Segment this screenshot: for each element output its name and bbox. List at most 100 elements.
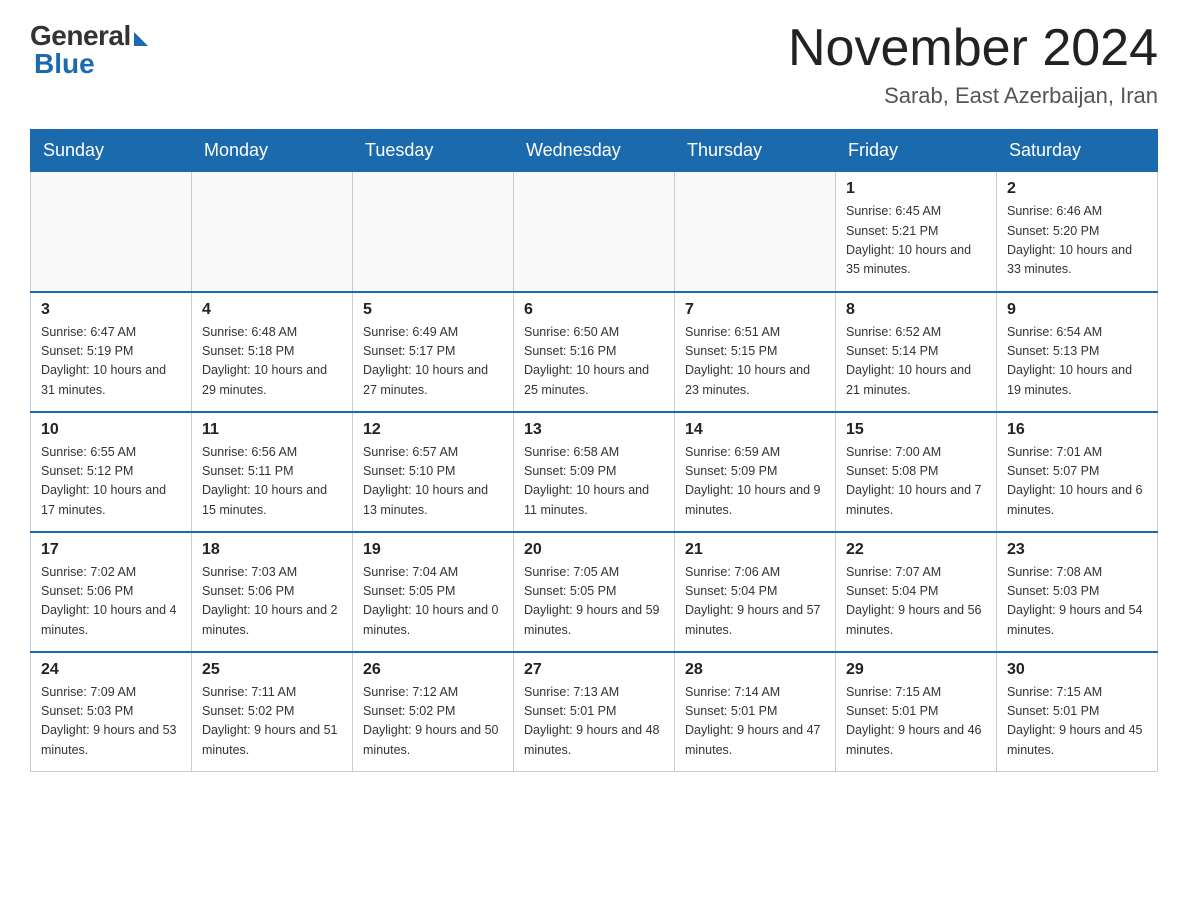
day-number: 30 — [1007, 661, 1147, 679]
title-block: November 2024 Sarab, East Azerbaijan, Ir… — [788, 20, 1158, 109]
day-number: 3 — [41, 301, 181, 319]
day-info: Sunrise: 6:59 AMSunset: 5:09 PMDaylight:… — [685, 443, 825, 521]
day-number: 23 — [1007, 541, 1147, 559]
day-number: 16 — [1007, 421, 1147, 439]
calendar-cell: 13Sunrise: 6:58 AMSunset: 5:09 PMDayligh… — [514, 412, 675, 532]
day-number: 8 — [846, 301, 986, 319]
day-info: Sunrise: 6:49 AMSunset: 5:17 PMDaylight:… — [363, 323, 503, 401]
calendar-cell: 24 Sunrise: 7:09 AMSunset: 5:03 PMDayligh… — [31, 652, 192, 772]
calendar-cell: 22Sunrise: 7:07 AMSunset: 5:04 PMDayligh… — [836, 532, 997, 652]
day-number: 28 — [685, 661, 825, 679]
day-info: Sunrise: 7:13 AMSunset: 5:01 PMDaylight:… — [524, 683, 664, 761]
day-info: Sunrise: 7:00 AMSunset: 5:08 PMDaylight:… — [846, 443, 986, 521]
day-info: Sunrise: 7:08 AMSunset: 5:03 PMDaylight:… — [1007, 563, 1147, 641]
calendar-cell: 9Sunrise: 6:54 AMSunset: 5:13 PMDaylight… — [997, 292, 1158, 412]
day-number: 24 — [41, 661, 181, 679]
day-number: 10 — [41, 421, 181, 439]
day-info: Sunrise: 6:54 AMSunset: 5:13 PMDaylight:… — [1007, 323, 1147, 401]
calendar-cell: 8 Sunrise: 6:52 AMSunset: 5:14 PMDaylight… — [836, 292, 997, 412]
calendar-cell: 2 Sunrise: 6:46 AMSunset: 5:20 PMDaylight… — [997, 172, 1158, 292]
day-info: Sunrise: 7:06 AMSunset: 5:04 PMDaylight:… — [685, 563, 825, 641]
calendar-cell: 20 Sunrise: 7:05 AMSunset: 5:05 PMDayligh… — [514, 532, 675, 652]
weekday-header-saturday: Saturday — [997, 130, 1158, 172]
calendar-cell — [675, 172, 836, 292]
calendar-cell — [31, 172, 192, 292]
day-number: 14 — [685, 421, 825, 439]
calendar-week-row: 3 Sunrise: 6:47 AMSunset: 5:19 PMDaylight… — [31, 292, 1158, 412]
day-info: Sunrise: 7:02 AMSunset: 5:06 PMDaylight:… — [41, 563, 181, 641]
calendar-cell: 14 Sunrise: 6:59 AMSunset: 5:09 PMDayligh… — [675, 412, 836, 532]
day-info: Sunrise: 6:56 AMSunset: 5:11 PMDaylight:… — [202, 443, 342, 521]
calendar-cell: 27 Sunrise: 7:13 AMSunset: 5:01 PMDayligh… — [514, 652, 675, 772]
day-number: 26 — [363, 661, 503, 679]
calendar-cell: 25 Sunrise: 7:11 AMSunset: 5:02 PMDayligh… — [192, 652, 353, 772]
day-info: Sunrise: 6:55 AMSunset: 5:12 PMDaylight:… — [41, 443, 181, 521]
calendar-cell: 12Sunrise: 6:57 AMSunset: 5:10 PMDayligh… — [353, 412, 514, 532]
day-info: Sunrise: 6:58 AMSunset: 5:09 PMDaylight:… — [524, 443, 664, 521]
calendar-cell — [353, 172, 514, 292]
day-info: Sunrise: 7:15 AMSunset: 5:01 PMDaylight:… — [846, 683, 986, 761]
logo-arrow-icon — [134, 32, 148, 46]
day-info: Sunrise: 7:09 AMSunset: 5:03 PMDaylight:… — [41, 683, 181, 761]
month-title: November 2024 — [788, 20, 1158, 77]
weekday-header-thursday: Thursday — [675, 130, 836, 172]
day-number: 1 — [846, 180, 986, 198]
calendar-cell: 6 Sunrise: 6:50 AMSunset: 5:16 PMDaylight… — [514, 292, 675, 412]
day-number: 19 — [363, 541, 503, 559]
weekday-header-monday: Monday — [192, 130, 353, 172]
day-number: 2 — [1007, 180, 1147, 198]
day-number: 17 — [41, 541, 181, 559]
page-header: General Blue November 2024 Sarab, East A… — [30, 20, 1158, 109]
calendar-cell: 10 Sunrise: 6:55 AMSunset: 5:12 PMDayligh… — [31, 412, 192, 532]
day-number: 15 — [846, 421, 986, 439]
calendar-cell: 19 Sunrise: 7:04 AMSunset: 5:05 PMDayligh… — [353, 532, 514, 652]
calendar-cell: 30 Sunrise: 7:15 AMSunset: 5:01 PMDayligh… — [997, 652, 1158, 772]
day-info: Sunrise: 7:12 AMSunset: 5:02 PMDaylight:… — [363, 683, 503, 761]
weekday-header-tuesday: Tuesday — [353, 130, 514, 172]
calendar-cell — [514, 172, 675, 292]
weekday-header-friday: Friday — [836, 130, 997, 172]
day-info: Sunrise: 7:15 AMSunset: 5:01 PMDaylight:… — [1007, 683, 1147, 761]
calendar-cell: 3 Sunrise: 6:47 AMSunset: 5:19 PMDaylight… — [31, 292, 192, 412]
day-number: 11 — [202, 421, 342, 439]
calendar-week-row: 17 Sunrise: 7:02 AMSunset: 5:06 PMDayligh… — [31, 532, 1158, 652]
day-info: Sunrise: 7:11 AMSunset: 5:02 PMDaylight:… — [202, 683, 342, 761]
day-info: Sunrise: 7:04 AMSunset: 5:05 PMDaylight:… — [363, 563, 503, 641]
day-number: 5 — [363, 301, 503, 319]
calendar-cell: 5 Sunrise: 6:49 AMSunset: 5:17 PMDaylight… — [353, 292, 514, 412]
day-number: 25 — [202, 661, 342, 679]
day-info: Sunrise: 7:01 AMSunset: 5:07 PMDaylight:… — [1007, 443, 1147, 521]
day-info: Sunrise: 6:52 AMSunset: 5:14 PMDaylight:… — [846, 323, 986, 401]
calendar-cell: 16 Sunrise: 7:01 AMSunset: 5:07 PMDayligh… — [997, 412, 1158, 532]
day-number: 27 — [524, 661, 664, 679]
calendar-cell: 28Sunrise: 7:14 AMSunset: 5:01 PMDayligh… — [675, 652, 836, 772]
day-info: Sunrise: 7:05 AMSunset: 5:05 PMDaylight:… — [524, 563, 664, 641]
calendar-cell: 23 Sunrise: 7:08 AMSunset: 5:03 PMDayligh… — [997, 532, 1158, 652]
calendar-cell: 4Sunrise: 6:48 AMSunset: 5:18 PMDaylight… — [192, 292, 353, 412]
day-info: Sunrise: 7:07 AMSunset: 5:04 PMDaylight:… — [846, 563, 986, 641]
day-number: 6 — [524, 301, 664, 319]
calendar-cell: 21Sunrise: 7:06 AMSunset: 5:04 PMDayligh… — [675, 532, 836, 652]
calendar-cell: 17 Sunrise: 7:02 AMSunset: 5:06 PMDayligh… — [31, 532, 192, 652]
weekday-header-sunday: Sunday — [31, 130, 192, 172]
location-title: Sarab, East Azerbaijan, Iran — [788, 83, 1158, 109]
day-info: Sunrise: 6:45 AMSunset: 5:21 PMDaylight:… — [846, 202, 986, 280]
day-info: Sunrise: 7:03 AMSunset: 5:06 PMDaylight:… — [202, 563, 342, 641]
day-info: Sunrise: 6:47 AMSunset: 5:19 PMDaylight:… — [41, 323, 181, 401]
calendar-cell: 7 Sunrise: 6:51 AMSunset: 5:15 PMDaylight… — [675, 292, 836, 412]
calendar-cell: 18Sunrise: 7:03 AMSunset: 5:06 PMDayligh… — [192, 532, 353, 652]
weekday-header-row: SundayMondayTuesdayWednesdayThursdayFrid… — [31, 130, 1158, 172]
calendar-cell: 26 Sunrise: 7:12 AMSunset: 5:02 PMDayligh… — [353, 652, 514, 772]
calendar-cell: 11 Sunrise: 6:56 AMSunset: 5:11 PMDayligh… — [192, 412, 353, 532]
weekday-header-wednesday: Wednesday — [514, 130, 675, 172]
calendar-cell: 29Sunrise: 7:15 AMSunset: 5:01 PMDayligh… — [836, 652, 997, 772]
calendar-week-row: 10 Sunrise: 6:55 AMSunset: 5:12 PMDayligh… — [31, 412, 1158, 532]
calendar-week-row: 1 Sunrise: 6:45 AMSunset: 5:21 PMDaylight… — [31, 172, 1158, 292]
calendar-cell — [192, 172, 353, 292]
day-number: 20 — [524, 541, 664, 559]
day-number: 7 — [685, 301, 825, 319]
day-info: Sunrise: 6:50 AMSunset: 5:16 PMDaylight:… — [524, 323, 664, 401]
day-info: Sunrise: 6:51 AMSunset: 5:15 PMDaylight:… — [685, 323, 825, 401]
day-info: Sunrise: 6:57 AMSunset: 5:10 PMDaylight:… — [363, 443, 503, 521]
day-info: Sunrise: 6:46 AMSunset: 5:20 PMDaylight:… — [1007, 202, 1147, 280]
